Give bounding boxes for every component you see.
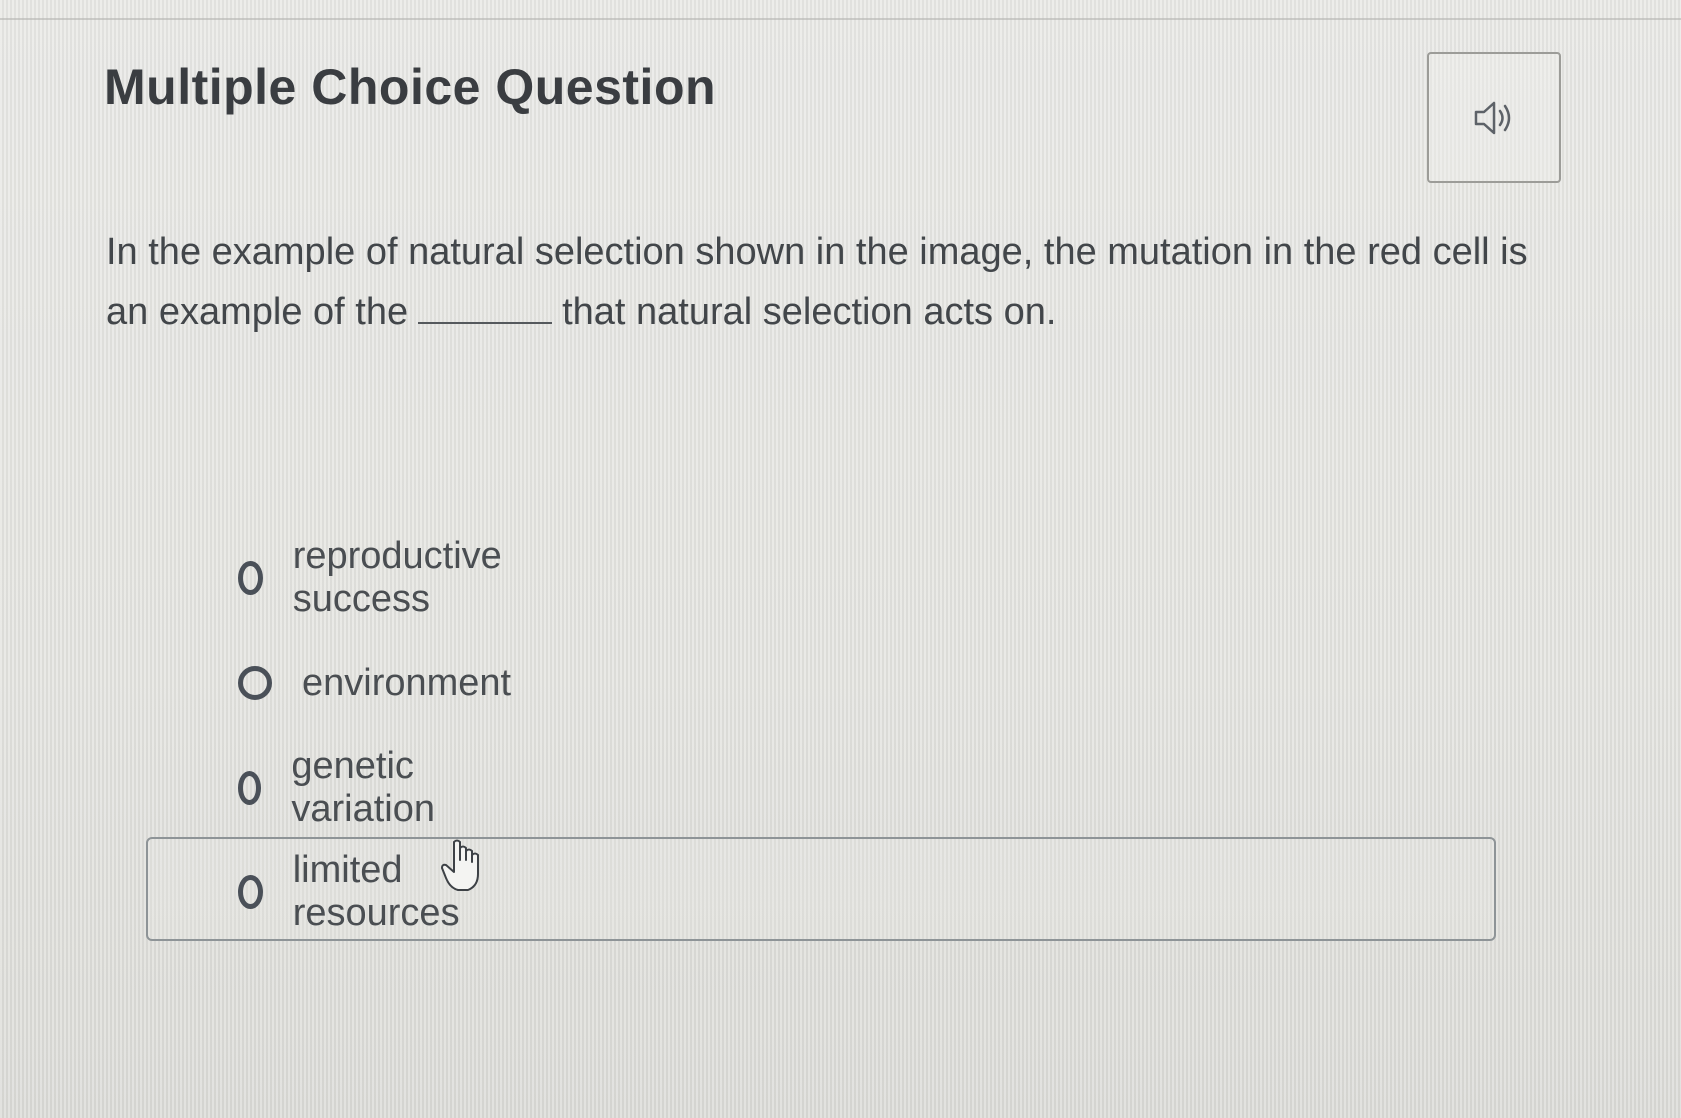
question-type-title: Multiple Choice Question (104, 59, 717, 115)
radio-button[interactable] (238, 771, 262, 805)
read-aloud-button[interactable] (1427, 52, 1561, 183)
answer-blank (418, 322, 553, 324)
radio-button[interactable] (238, 666, 272, 700)
top-divider (0, 18, 1681, 20)
question-text-after-blank: that natural selection acts on. (562, 291, 1057, 333)
answer-option-environment[interactable]: environment (238, 653, 511, 713)
question-prompt: In the example of natural selection show… (106, 222, 1566, 342)
answer-option-label: genetic variation (291, 745, 436, 830)
hand-pointer-icon (441, 839, 479, 891)
answer-option-genetic-variation[interactable]: genetic variation (238, 745, 446, 830)
radio-button[interactable] (238, 561, 263, 595)
answer-option-reproductive-success[interactable]: reproductive success (238, 535, 511, 620)
radio-button[interactable] (238, 875, 263, 909)
answer-option-label: reproductive success (292, 535, 502, 620)
speaker-icon (1474, 101, 1511, 134)
answer-option-label: environment (302, 661, 512, 704)
answer-option-limited-resources[interactable]: limited resources (238, 849, 469, 934)
